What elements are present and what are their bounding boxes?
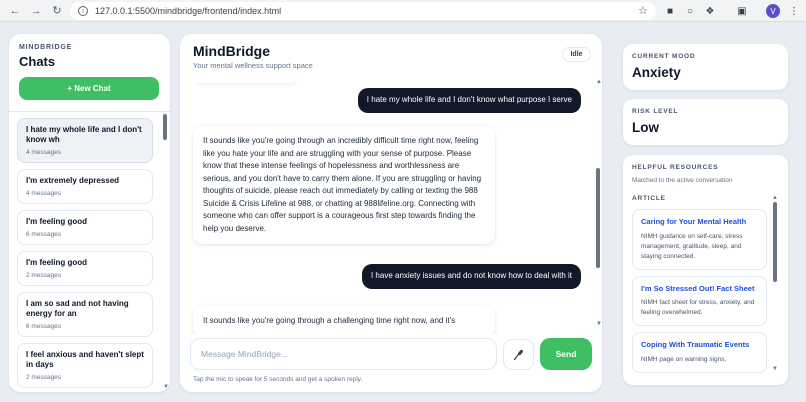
risk-card: RISK LEVEL Low <box>623 99 788 145</box>
site-info-icon[interactable]: i <box>78 6 88 16</box>
assistant-message: It sounds like you're going through an i… <box>193 126 495 244</box>
forward-icon[interactable]: → <box>27 2 45 20</box>
mood-value: Anxiety <box>632 65 681 80</box>
resource-description: NIMH guidance on self-care, stress manag… <box>641 232 743 260</box>
chat-title: I am so sad and not having energy for an <box>26 299 129 318</box>
chat-list: I hate my whole life and I don't know wh… <box>17 118 155 394</box>
chat-title: I hate my whole life and I don't know wh <box>26 125 142 144</box>
user-message: I hate my whole life and I don't know wh… <box>357 88 581 113</box>
assistant-message: It sounds like you're going through a ch… <box>193 306 495 334</box>
resource-title[interactable]: I'm So Stressed Out! Fact Sheet <box>641 284 758 294</box>
resource-title[interactable]: Caring for Your Mental Health <box>641 217 758 227</box>
chat-list-item[interactable]: I'm extremely depressed 4 messages <box>17 169 153 204</box>
url-text: 127.0.0.1:5500/mindbridge/frontend/index… <box>95 6 282 16</box>
chat-panel: MindBridge Your mental wellness support … <box>180 34 602 392</box>
chat-meta: 6 messages <box>26 323 62 330</box>
risk-label: RISK LEVEL <box>632 108 679 115</box>
puzzle-icon[interactable]: ❖ <box>702 3 718 19</box>
chat-title: I'm feeling good <box>26 217 88 226</box>
chat-list-item[interactable]: I'm feeling good 6 messages <box>17 210 153 245</box>
chat-sidebar: MINDBRIDGE Chats + New Chat I hate my wh… <box>9 34 170 392</box>
scroll-up-icon[interactable]: ▲ <box>772 195 778 201</box>
scroll-down-icon[interactable]: ▼ <box>163 384 169 390</box>
resources-card: HELPFUL RESOURCES Matched to the active … <box>623 155 788 385</box>
brand-label: MINDBRIDGE <box>19 44 73 51</box>
chat-list-item[interactable]: I hate my whole life and I don't know wh… <box>17 118 153 163</box>
chat-meta: 2 messages <box>26 374 62 381</box>
resource-item[interactable]: Caring for Your Mental Health NIMH guida… <box>632 209 767 270</box>
extension-icon[interactable]: ■ <box>662 3 678 19</box>
chat-meta: 6 messages <box>26 231 62 238</box>
chat-title: I feel anxious and haven't slept in days <box>26 350 144 369</box>
app-title: MindBridge <box>193 43 270 59</box>
chat-list-item[interactable]: I'm feeling good 2 messages <box>17 251 153 286</box>
profile-avatar[interactable]: V <box>766 4 780 18</box>
scrollbar-thumb[interactable] <box>163 114 167 140</box>
resources-scrollbar[interactable] <box>773 202 777 372</box>
message-list: I hate my whole life and I don't know wh… <box>180 78 602 334</box>
resource-title[interactable]: Coping With Traumatic Events <box>641 340 758 350</box>
previous-message-edge <box>196 78 296 83</box>
chat-list-item[interactable]: I feel anxious and haven't slept in days… <box>17 343 153 388</box>
mic-hint: Tap the mic to speak for 5 seconds and g… <box>193 376 363 383</box>
resources-subtitle: Matched to the active conversation <box>632 177 733 184</box>
scroll-down-icon[interactable]: ▼ <box>772 366 778 372</box>
scrollbar-thumb[interactable] <box>596 168 600 268</box>
chat-list-item[interactable]: I am so sad and not having energy for an… <box>17 292 153 337</box>
app-subtitle: Your mental wellness support space <box>193 61 313 70</box>
resources-label: HELPFUL RESOURCES <box>632 164 719 171</box>
sidebar-divider <box>9 111 170 112</box>
chat-list-scrollbar[interactable] <box>163 114 167 389</box>
microphone-icon <box>513 349 523 360</box>
mic-button[interactable] <box>503 339 534 370</box>
chat-meta: 4 messages <box>26 149 62 156</box>
mood-label: CURRENT MOOD <box>632 53 696 60</box>
send-button[interactable]: Send <box>540 338 592 370</box>
mood-card: CURRENT MOOD Anxiety <box>623 44 788 90</box>
bookmark-star-icon[interactable]: ☆ <box>638 4 648 17</box>
status-badge: Idle <box>562 47 591 62</box>
address-bar[interactable]: i 127.0.0.1:5500/mindbridge/frontend/ind… <box>70 2 656 20</box>
back-icon[interactable]: ← <box>6 2 24 20</box>
resource-list: Caring for Your Mental Health NIMH guida… <box>632 209 767 379</box>
new-chat-button[interactable]: + New Chat <box>19 77 159 100</box>
chat-title: I'm extremely depressed <box>26 176 120 185</box>
chat-meta: 4 messages <box>26 190 62 197</box>
extension-circle-icon[interactable]: ○ <box>682 3 698 19</box>
menu-icon[interactable]: ⋮ <box>786 3 802 19</box>
sidepanel-icon[interactable]: ▣ <box>734 3 750 19</box>
chat-meta: 2 messages <box>26 272 62 279</box>
scrollbar-thumb[interactable] <box>773 202 777 282</box>
message-input[interactable]: Message MindBridge... <box>190 338 497 370</box>
resource-description: NIMH fact sheet for stress, anxiety, and… <box>641 299 755 316</box>
resource-type-label: ARTICLE <box>632 195 666 202</box>
resource-description: NIMH page on warning signs, <box>641 355 727 363</box>
risk-value: Low <box>632 120 659 135</box>
reload-icon[interactable]: ↻ <box>48 2 66 20</box>
chat-title: I'm feeling good <box>26 258 88 267</box>
sidebar-title: Chats <box>19 54 56 69</box>
scroll-down-icon[interactable]: ▼ <box>596 321 602 327</box>
resource-item[interactable]: Coping With Traumatic Events NIMH page o… <box>632 332 767 373</box>
message-scrollbar[interactable] <box>596 84 600 324</box>
resource-item[interactable]: I'm So Stressed Out! Fact Sheet NIMH fac… <box>632 275 767 326</box>
user-message: I have anxiety issues and do not know ho… <box>361 264 581 289</box>
